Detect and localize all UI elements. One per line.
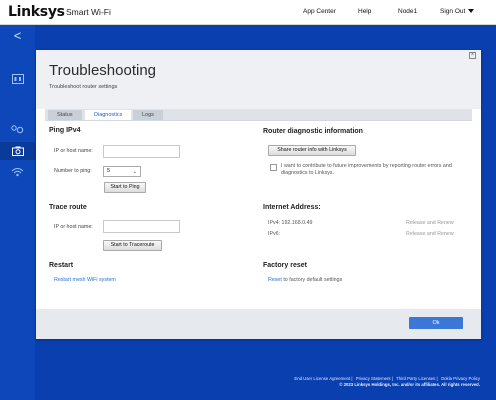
start-traceroute-button[interactable]: Start to Traceroute (103, 240, 162, 251)
sidebar-item-network-map[interactable] (0, 70, 35, 88)
internet-address-title: Internet Address: (263, 204, 321, 211)
nav-help[interactable]: Help (358, 8, 371, 15)
network-map-icon (11, 74, 24, 84)
router-diag-title: Router diagnostic information (263, 128, 363, 135)
ipv6-address: IPv6: (268, 231, 281, 237)
sidebar-item-devices[interactable] (0, 120, 35, 138)
restart-mesh-link[interactable]: Restart mesh WiFi system (54, 277, 116, 283)
chevron-down-icon (468, 9, 475, 14)
ping-host-label: IP or host name: (54, 148, 93, 154)
eula-link[interactable]: End User License Agreement (294, 376, 350, 381)
ipv6-release-renew-link[interactable]: Release and Renew (406, 231, 454, 237)
third-party-licenses-link[interactable]: Third Party Licenses (396, 376, 435, 381)
tab-logs[interactable]: Logs (133, 110, 163, 120)
top-bar: Linksys Smart Wi-Fi App Center Help Node… (0, 0, 496, 25)
copyright-text: © 2023 Linksys Holdings, Inc. and/or its… (339, 382, 480, 387)
factory-reset-row: Reset to factory default settings (268, 277, 342, 283)
ping-count-value: 5 (107, 168, 111, 174)
page-subtitle: Troubleshoot router settings (49, 84, 118, 90)
close-icon[interactable]: × (469, 52, 476, 59)
ipv4-address: IPv4: 192.168.0.49 (268, 220, 313, 226)
ping-section-title: Ping IPv4 (49, 127, 81, 134)
trace-host-input[interactable] (103, 220, 180, 233)
chevron-down-icon: ⌄ (132, 169, 137, 175)
nav-sign-out[interactable]: Sign Out (440, 8, 475, 15)
factory-reset-text: to factory default settings (283, 277, 343, 283)
sign-out-label: Sign Out (440, 8, 466, 15)
restart-section-title: Restart (49, 262, 74, 269)
linksys-logo[interactable]: Linksys (8, 4, 65, 20)
factory-reset-link[interactable]: Reset (268, 277, 282, 283)
back-arrow-icon: < (13, 28, 22, 43)
ok-button[interactable]: Ok (409, 317, 463, 329)
privacy-statement-link[interactable]: Privacy Statement (356, 376, 391, 381)
share-router-info-button[interactable]: Share router info with Linksys (268, 145, 356, 156)
nav-node1[interactable]: Node1 (398, 8, 417, 15)
ookla-privacy-link[interactable]: Ookla Privacy Policy (441, 376, 480, 381)
factory-reset-title: Factory reset (263, 262, 307, 269)
background-strip (481, 25, 496, 400)
ipv4-release-renew-link[interactable]: Release and Renew (406, 220, 454, 226)
tab-bar: Status Diagnostics Logs (45, 109, 472, 120)
contribute-checkbox[interactable] (270, 164, 277, 171)
panel-header: × Troubleshooting Troubleshoot router se… (36, 50, 481, 109)
footer-links: End User License Agreement | Privacy Sta… (294, 376, 480, 381)
page-title: Troubleshooting (49, 62, 157, 79)
tab-diagnostics[interactable]: Diagnostics (85, 110, 132, 120)
tab-divider (45, 120, 472, 121)
nav-app-center[interactable]: App Center (303, 8, 336, 15)
back-button[interactable]: < (0, 25, 35, 47)
wifi-settings-icon (11, 168, 24, 177)
tab-status[interactable]: Status (48, 110, 82, 120)
troubleshooting-camera-icon (11, 146, 24, 156)
sidebar-item-troubleshooting[interactable] (0, 142, 39, 160)
sidebar-item-wifi[interactable] (0, 163, 35, 181)
product-name: Smart Wi-Fi (66, 7, 111, 17)
devices-icon (11, 125, 24, 134)
ping-count-select[interactable]: 5 ⌄ (103, 166, 141, 177)
troubleshooting-panel: × Troubleshooting Troubleshoot router se… (36, 50, 481, 339)
ping-host-input[interactable] (103, 145, 180, 158)
trace-section-title: Trace route (49, 204, 87, 211)
trace-host-label: IP or host name: (54, 224, 93, 230)
start-ping-button[interactable]: Start to Ping (104, 182, 146, 193)
page-footer: End User License Agreement | Privacy Sta… (292, 376, 480, 387)
ping-count-label: Number to ping: (54, 168, 92, 174)
contribute-checkbox-label: I want to contribute to future improveme… (281, 163, 452, 176)
